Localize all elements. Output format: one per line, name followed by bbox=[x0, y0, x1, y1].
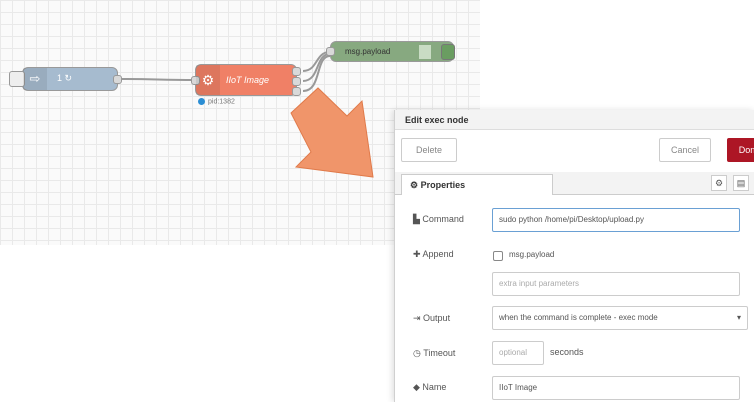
output-row-label: ⇥ Output bbox=[413, 313, 450, 324]
gear-icon: ⚙ bbox=[410, 180, 421, 190]
output-mode-value: when the command is complete - exec mode bbox=[499, 313, 658, 322]
done-button[interactable]: Don bbox=[727, 138, 754, 162]
delete-button[interactable]: Delete bbox=[401, 138, 457, 162]
panel-tabs: ⚙ Properties ⚙ ▤ bbox=[395, 172, 754, 195]
timeout-input[interactable]: optional bbox=[492, 341, 544, 365]
timeout-label: Timeout bbox=[423, 348, 456, 358]
append-row-label: ✚ Append bbox=[413, 249, 454, 260]
name-label: Name bbox=[422, 382, 447, 392]
chevron-down-icon: ▾ bbox=[736, 313, 741, 322]
timeout-row-label: ◷ Timeout bbox=[413, 348, 455, 359]
output-label: Output bbox=[423, 313, 451, 323]
tab-properties[interactable]: ⚙ Properties bbox=[401, 174, 553, 195]
timeout-unit-label: seconds bbox=[550, 347, 584, 357]
command-input[interactable]: sudo python /home/pi/Desktop/upload.py bbox=[492, 208, 740, 232]
command-row-label: ▙ Command bbox=[413, 214, 464, 225]
tab-properties-label: Properties bbox=[420, 180, 466, 190]
panel-toolbar: Delete Cancel Don bbox=[395, 138, 754, 164]
description-tab-icon[interactable]: ▤ bbox=[733, 175, 749, 191]
settings-tab-icon[interactable]: ⚙ bbox=[711, 175, 727, 191]
sign-in-icon: ⇥ bbox=[413, 313, 424, 323]
command-label: Command bbox=[422, 214, 464, 224]
name-input[interactable]: IIoT Image bbox=[492, 376, 740, 400]
append-label: Append bbox=[422, 249, 454, 259]
clock-icon: ◷ bbox=[413, 348, 424, 358]
append-msg-payload-checkbox[interactable] bbox=[493, 251, 503, 261]
edit-exec-node-panel: Edit exec node Delete Cancel Don ⚙ Prope… bbox=[394, 110, 754, 402]
extra-parameters-input[interactable]: extra input parameters bbox=[492, 272, 740, 296]
name-row-label: ◆ Name bbox=[413, 382, 446, 393]
file-icon: ▙ bbox=[413, 214, 423, 224]
append-checkbox-label: msg.payload bbox=[509, 250, 555, 259]
panel-title: Edit exec node bbox=[395, 110, 754, 130]
plus-icon: ✚ bbox=[413, 249, 423, 259]
tag-icon: ◆ bbox=[413, 382, 423, 392]
cancel-button[interactable]: Cancel bbox=[659, 138, 711, 162]
output-mode-select[interactable]: when the command is complete - exec mode… bbox=[492, 306, 748, 330]
